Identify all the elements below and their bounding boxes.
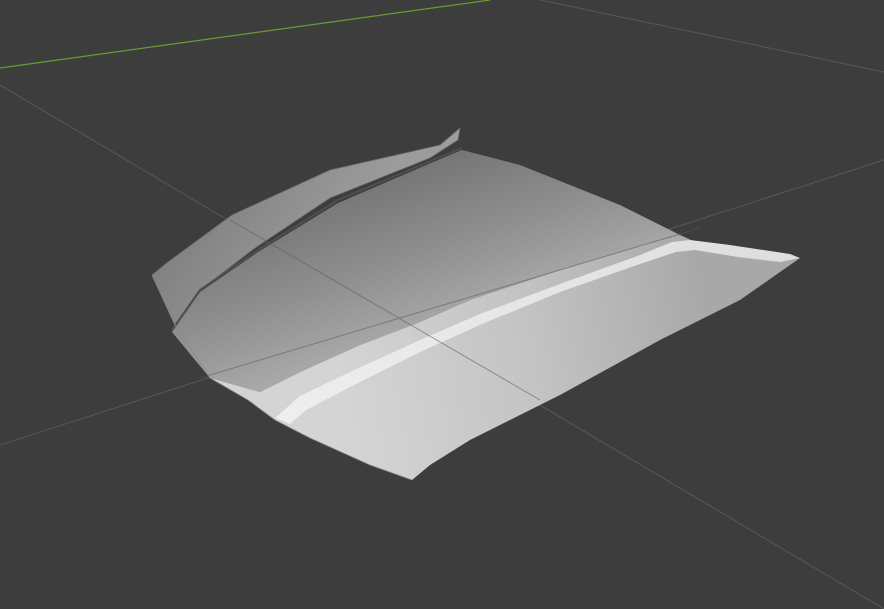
3d-viewport[interactable] [0,0,884,609]
viewport-scene[interactable] [0,0,884,609]
x-axis-line [0,0,491,69]
hood-mesh-object[interactable] [151,126,800,481]
grid-line [539,0,884,73]
